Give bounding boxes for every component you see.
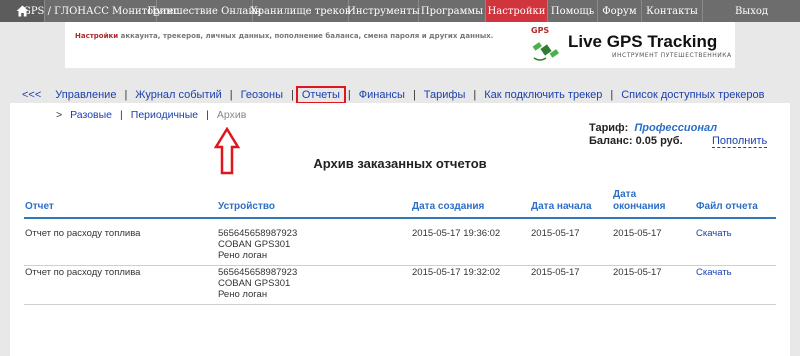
cell-device-name: Рено логан — [218, 250, 268, 261]
logo-subtitle: ИНСТРУМЕНТ ПУТЕШЕСТВЕННИКА — [612, 52, 732, 59]
logo-title: Live GPS Tracking — [568, 32, 718, 51]
banner: Настройки аккаунта, трекеров, личных дан… — [65, 22, 735, 68]
cell-created: 2015-05-17 19:36:02 — [412, 228, 501, 239]
report-tabs: > Разовые | Периодичные | Архив — [56, 109, 247, 121]
satellite-icon — [532, 42, 559, 61]
cell-report: Отчет по расходу топлива — [25, 228, 141, 239]
cell-end: 2015-05-17 — [613, 228, 662, 239]
download-link[interactable]: Скачать — [696, 267, 732, 279]
tabs-marker: > — [56, 109, 63, 121]
nav-item-tools[interactable]: Инструменты — [347, 0, 420, 22]
col-report: Отчет — [25, 201, 54, 212]
nav-item-gps-monitoring[interactable]: GPS / ГЛОНАСС Мониторинг — [23, 0, 178, 22]
subnav-item-management[interactable]: Управление — [55, 89, 116, 101]
cell-report: Отчет по расходу топлива — [25, 267, 141, 278]
logo-gps-tag: GPS — [531, 26, 550, 35]
nav-item-forum[interactable]: Форум — [598, 0, 642, 22]
top-navigation: GPS / ГЛОНАСС Мониторинг Путешествие Онл… — [0, 0, 800, 22]
cell-created: 2015-05-17 19:32:02 — [412, 267, 501, 278]
settings-navigation: <<< Управление | Журнал событий | Геозон… — [22, 86, 765, 104]
col-end: Дата окончания — [613, 189, 666, 212]
account-info: Тариф: Профессионал Баланс: 0.05 руб. Поп… — [589, 122, 768, 148]
banner-note: Настройки аккаунта, трекеров, личных дан… — [75, 32, 494, 40]
nav-item-help[interactable]: Помощь — [548, 0, 598, 22]
nav-item-programs[interactable]: Программы — [419, 0, 486, 22]
subnav-item-reports[interactable]: Отчеты — [295, 86, 346, 104]
cell-start: 2015-05-17 — [531, 267, 580, 278]
subnav-item-finance[interactable]: Финансы — [359, 89, 405, 101]
download-link[interactable]: Скачать — [696, 228, 732, 240]
col-created: Дата создания — [412, 201, 485, 212]
reports-panel: > Разовые | Периодичные | Архив Тариф: Пр… — [10, 103, 790, 356]
subnav-item-event-log[interactable]: Журнал событий — [135, 89, 221, 101]
subnav-item-geozones[interactable]: Геозоны — [241, 89, 283, 101]
nav-item-logout[interactable]: Выход — [703, 0, 800, 22]
topup-link[interactable]: Пополнить — [712, 135, 768, 148]
subnav-item-tracker-list[interactable]: Список доступных трекеров — [621, 89, 764, 101]
cell-device-name: Рено логан — [218, 289, 268, 300]
tab-periodic[interactable]: Периодичные — [131, 109, 198, 121]
subnav-item-tariffs[interactable]: Тарифы — [424, 89, 466, 101]
cell-end: 2015-05-17 — [613, 267, 662, 278]
nav-item-travel-online[interactable]: Путешествие Онлайн — [147, 0, 262, 22]
tariff-label: Тариф: — [589, 122, 629, 134]
page-title: Архив заказанных отчетов — [313, 156, 487, 171]
balance-value: 0.05 руб. — [635, 135, 683, 147]
table-header: Отчет Устройство Дата создания Дата нача… — [24, 189, 776, 219]
table-row: Отчет по расходу топлива 565645658987923… — [24, 265, 776, 305]
nav-item-settings[interactable]: Настройки — [486, 0, 548, 22]
tab-one-time[interactable]: Разовые — [70, 109, 112, 121]
site-logo[interactable]: GPS Live GPS Tracking ИНСТРУМЕНТ ПУТЕШЕС… — [528, 26, 731, 66]
nav-item-track-storage[interactable]: Хранилище треков — [251, 0, 351, 22]
tab-archive[interactable]: Архив — [217, 109, 246, 121]
col-file: Файл отчета — [696, 201, 758, 212]
table-row: Отчет по расходу топлива 565645658987923… — [24, 226, 776, 266]
cell-start: 2015-05-17 — [531, 228, 580, 239]
col-start: Дата начала — [531, 201, 592, 212]
tariff-value: Профессионал — [634, 122, 718, 134]
back-link[interactable]: <<< — [22, 89, 41, 101]
subnav-item-how-to-connect[interactable]: Как подключить трекер — [484, 89, 602, 101]
col-device: Устройство — [218, 201, 275, 212]
nav-item-contacts[interactable]: Контакты — [642, 0, 703, 22]
balance-label: Баланс: — [589, 135, 633, 147]
